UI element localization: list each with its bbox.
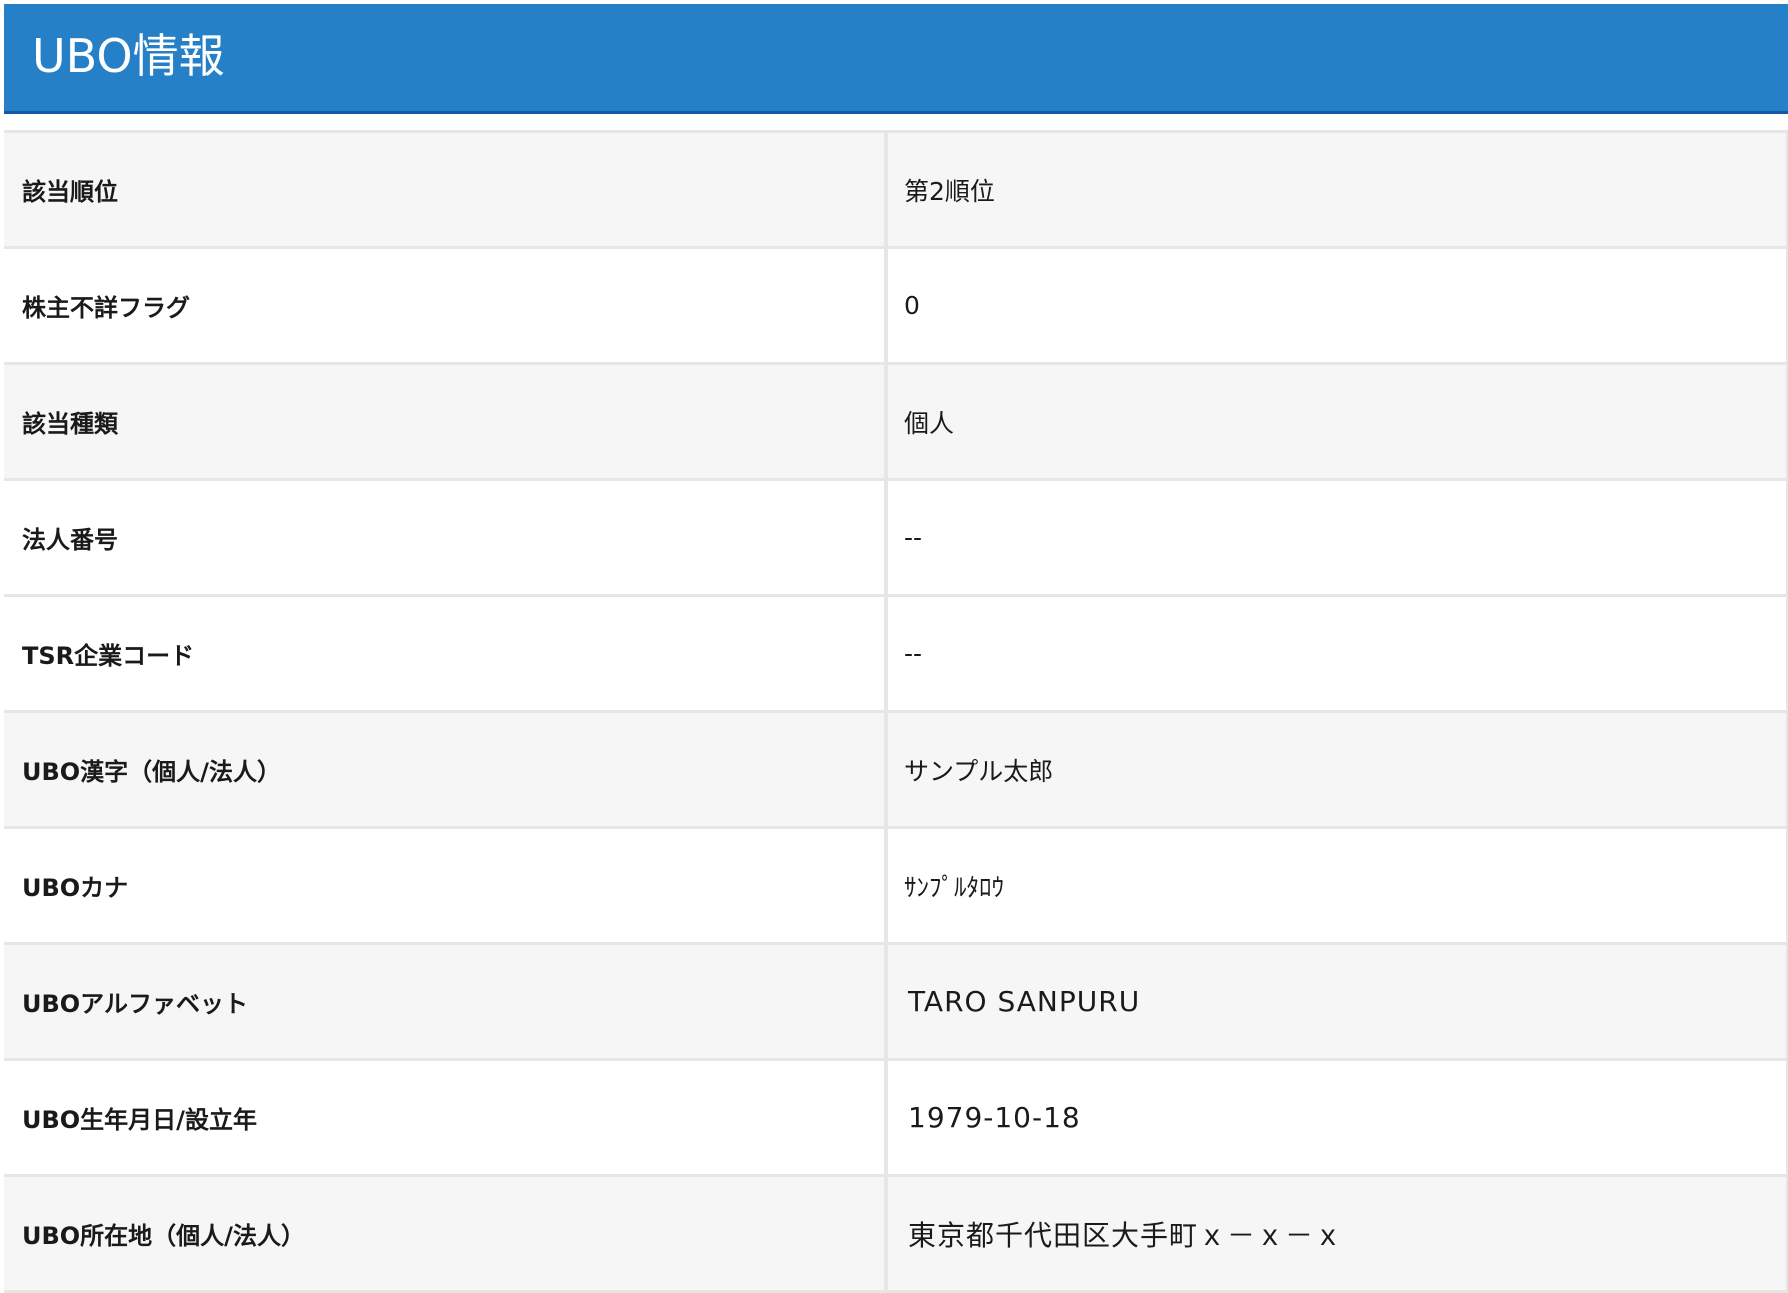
row-label: TSR企業コード — [4, 597, 888, 710]
row-label: UBO生年月日/設立年 — [4, 1061, 888, 1174]
row-value: -- — [904, 523, 923, 552]
table-row: 該当種類 個人 — [4, 365, 1786, 481]
row-label: 法人番号 — [4, 481, 888, 594]
row-value: TARO SANPURU — [908, 985, 1141, 1018]
row-value: ｻﾝﾌﾟﾙﾀﾛｳ — [904, 872, 1005, 902]
table-row: UBOカナ ｻﾝﾌﾟﾙﾀﾛｳ — [4, 829, 1786, 945]
table-row: UBO所在地（個人/法人） 東京都千代田区大手町ｘ－ｘ－ｘ — [4, 1177, 1786, 1293]
row-label: UBO所在地（個人/法人） — [4, 1177, 888, 1290]
row-label: 株主不詳フラグ — [4, 249, 888, 362]
row-value: サンプル太郎 — [904, 756, 1054, 786]
row-value: 個人 — [904, 408, 955, 438]
row-value: 東京都千代田区大手町ｘ－ｘ－ｘ — [908, 1218, 1344, 1252]
table-row: 法人番号 -- — [4, 481, 1786, 597]
table-row: UBOアルファベット TARO SANPURU — [4, 945, 1786, 1061]
row-value: 1979-10-18 — [908, 1101, 1081, 1134]
table-row: UBO生年月日/設立年 1979-10-18 — [4, 1061, 1786, 1177]
page-header: UBO情報 — [4, 4, 1788, 114]
page-title: UBO情報 — [32, 29, 225, 83]
table-row: TSR企業コード -- — [4, 597, 1786, 713]
ubo-info-table: 該当順位 第2順位 株主不詳フラグ 0 該当種類 個人 法人番号 -- TSR企… — [4, 130, 1788, 1293]
row-value: 第2順位 — [904, 176, 995, 206]
row-label: 該当種類 — [4, 365, 888, 478]
table-row: 株主不詳フラグ 0 — [4, 249, 1786, 365]
table-row: 該当順位 第2順位 — [4, 133, 1786, 249]
row-label: UBOアルファベット — [4, 945, 888, 1058]
row-label: 該当順位 — [4, 133, 888, 246]
row-value: -- — [904, 639, 923, 668]
row-label: UBOカナ — [4, 829, 888, 942]
row-label: UBO漢字（個人/法人） — [4, 713, 888, 826]
row-value: 0 — [904, 291, 920, 320]
table-row: UBO漢字（個人/法人） サンプル太郎 — [4, 713, 1786, 829]
